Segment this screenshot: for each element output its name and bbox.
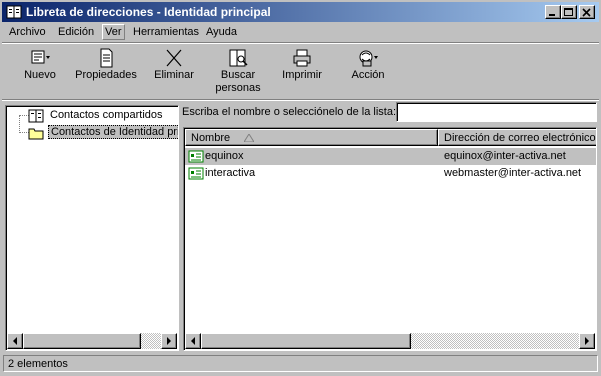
menu-ver[interactable]: Ver	[102, 24, 125, 40]
scroll-thumb[interactable]	[23, 333, 141, 349]
contact-email: equinox@inter-activa.net	[444, 150, 566, 162]
column-name-label: Nombre	[191, 132, 231, 144]
menu-bar: Archivo Edición Ver Herramientas Ayuda	[2, 23, 599, 42]
properties-label: Propiedades	[75, 69, 137, 81]
window-title: Libreta de direcciones - Identidad princ…	[26, 5, 271, 19]
delete-x-icon	[166, 49, 182, 67]
list-row-equinox[interactable]: equinox equinox@inter-activa.net	[185, 148, 596, 165]
column-header-name[interactable]: Nombre	[185, 129, 438, 146]
menu-edicion[interactable]: Edición	[58, 26, 94, 38]
address-book-window: Libreta de direcciones - Identidad princ…	[0, 0, 601, 376]
close-icon	[582, 8, 591, 17]
search-input[interactable]	[396, 102, 597, 122]
contact-email: webmaster@inter-activa.net	[444, 167, 582, 179]
column-header-email[interactable]: Dirección de correo electrónico	[438, 129, 596, 146]
title-bar[interactable]: Libreta de direcciones - Identidad princ…	[2, 2, 599, 22]
toolbar-separator	[2, 99, 599, 101]
contact-name: equinox	[205, 150, 244, 162]
search-label: Escriba el nombre o selecciónelo de la l…	[182, 106, 397, 118]
tree-item-label: Contactos compartidos	[50, 109, 163, 121]
minimize-icon	[549, 14, 555, 16]
action-button[interactable]: Acción	[330, 44, 406, 98]
action-label: Acción	[351, 69, 385, 81]
tree-horizontal-scrollbar[interactable]	[7, 333, 177, 349]
scroll-right-button[interactable]	[161, 333, 177, 349]
folder-icon	[28, 128, 44, 140]
printer-icon	[293, 49, 311, 67]
contact-card-icon	[188, 167, 204, 180]
new-button[interactable]: Nuevo	[2, 44, 78, 98]
menu-archivo[interactable]: Archivo	[9, 26, 46, 38]
maximize-icon	[564, 8, 573, 16]
contact-card-icon	[188, 150, 204, 163]
scroll-left-button[interactable]	[7, 333, 23, 349]
menu-herramientas[interactable]: Herramientas	[133, 26, 199, 38]
scroll-thumb[interactable]	[201, 333, 411, 349]
minimize-button[interactable]	[545, 5, 561, 19]
arrow-left-icon	[13, 337, 17, 345]
toolbar: Nuevo Propiedades Eliminar Buscar person…	[2, 44, 599, 100]
scroll-left-button[interactable]	[185, 333, 201, 349]
new-contact-icon	[31, 50, 50, 64]
sort-ascending-icon	[244, 134, 254, 142]
address-book-icon	[6, 5, 22, 19]
properties-icon	[100, 48, 113, 68]
arrow-right-icon	[167, 337, 171, 345]
find-people-icon	[229, 49, 248, 67]
list-horizontal-scrollbar[interactable]	[185, 333, 595, 349]
folder-tree[interactable]: Contactos compartidos Contactos de Ident…	[5, 105, 179, 351]
scroll-right-button[interactable]	[579, 333, 595, 349]
contact-name: interactiva	[205, 167, 256, 179]
properties-button[interactable]: Propiedades	[68, 44, 144, 98]
tree-item-label: Contactos de Identidad prir	[48, 125, 178, 139]
column-email-label: Dirección de correo electrónico	[444, 132, 596, 144]
print-button[interactable]: Imprimir	[264, 44, 340, 98]
status-bar: 2 elementos	[2, 354, 599, 373]
tree-connector	[19, 115, 20, 133]
shared-contacts-icon	[28, 109, 44, 123]
arrow-right-icon	[585, 337, 589, 345]
action-icon	[359, 50, 378, 67]
menu-ayuda[interactable]: Ayuda	[206, 26, 237, 38]
new-label: Nuevo	[24, 69, 56, 81]
maximize-button[interactable]	[561, 5, 577, 19]
contacts-list[interactable]: Nombre Dirección de correo electrónico e…	[183, 127, 597, 351]
close-button[interactable]	[579, 5, 595, 19]
print-label: Imprimir	[282, 69, 322, 81]
status-text: 2 elementos	[3, 355, 598, 372]
arrow-left-icon	[191, 337, 195, 345]
list-row-interactiva[interactable]: interactiva webmaster@inter-activa.net	[185, 165, 596, 182]
